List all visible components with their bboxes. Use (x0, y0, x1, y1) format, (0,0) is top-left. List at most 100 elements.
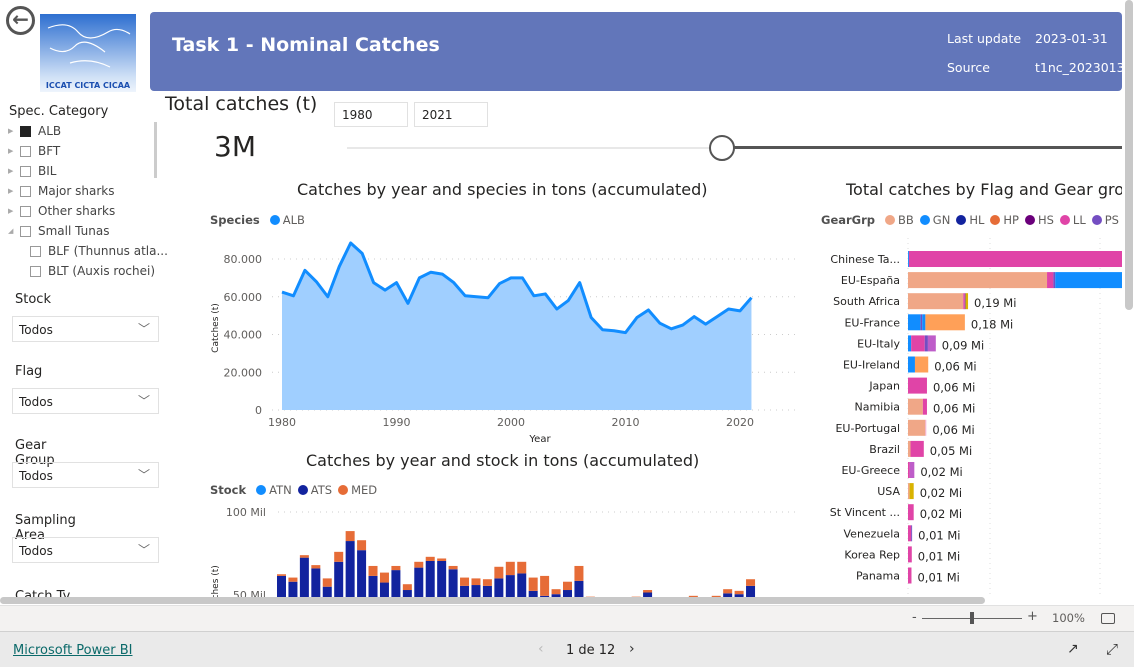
bar-segment-bb[interactable] (908, 419, 926, 436)
bar-med[interactable] (437, 558, 447, 561)
bar-segment-bb[interactable] (908, 440, 911, 457)
legend-item-ps[interactable]: PS (1105, 213, 1119, 227)
zoom-in-button[interactable]: + (1027, 609, 1038, 624)
bar-med[interactable] (402, 584, 412, 591)
bar-med[interactable] (277, 574, 286, 576)
bar-segment-ll[interactable] (908, 462, 910, 478)
next-page-icon[interactable]: › (629, 641, 635, 657)
bar-segment-ll[interactable] (911, 335, 925, 352)
bar-ats[interactable] (505, 575, 515, 597)
bar-ats[interactable] (471, 585, 481, 597)
legend-item-hs[interactable]: HS (1038, 213, 1054, 227)
bar-segment-ps[interactable] (924, 335, 928, 352)
bar-ats[interactable] (482, 585, 492, 597)
bar-med[interactable] (334, 551, 344, 562)
bar-med[interactable] (322, 578, 332, 587)
bar-segment-other-violet[interactable] (909, 462, 915, 478)
bar-ats[interactable] (379, 582, 389, 597)
bar-segment-other-orange[interactable] (914, 356, 929, 373)
bar-med[interactable] (357, 540, 367, 551)
bar-ats[interactable] (299, 557, 309, 597)
bar-med[interactable] (517, 561, 527, 574)
bar-segment-ll[interactable] (922, 398, 927, 415)
bar-ats[interactable] (425, 560, 435, 597)
bar-med[interactable] (299, 555, 309, 558)
legend-item-ll[interactable]: LL (1073, 213, 1086, 227)
bar-ats[interactable] (345, 541, 355, 597)
power-bi-link[interactable]: Microsoft Power BI (13, 643, 132, 658)
bar-segment-ps[interactable] (911, 525, 913, 542)
bar-segment-ll[interactable] (908, 567, 912, 584)
legend-item-gn[interactable]: GN (933, 213, 951, 227)
legend-item-hp[interactable]: HP (1003, 213, 1019, 227)
bar-ats[interactable] (460, 585, 470, 597)
year-to-input[interactable]: 2021 (414, 102, 488, 127)
bar-segment-ps[interactable] (1053, 272, 1056, 289)
bar-segment-ll[interactable] (908, 251, 1122, 267)
bar-segment-gn[interactable] (908, 251, 909, 267)
bar-med[interactable] (425, 556, 435, 561)
bar-med[interactable] (734, 590, 744, 595)
bar-med[interactable] (379, 572, 389, 583)
bar-ats[interactable] (277, 575, 286, 597)
bar-segment-other-pink[interactable] (925, 419, 927, 436)
previous-page-icon[interactable]: ‹ (538, 641, 544, 657)
bar-med[interactable] (471, 578, 481, 586)
legend-item-bb[interactable]: BB (898, 213, 914, 227)
bar-ats[interactable] (322, 586, 332, 597)
legend-item-alb[interactable]: ALB (283, 213, 305, 227)
bar-segment-bb[interactable] (908, 272, 1048, 289)
bar-segment-ll[interactable] (1047, 272, 1054, 289)
bar-ats[interactable] (402, 590, 412, 597)
bar-ats[interactable] (448, 569, 458, 597)
bar-ats[interactable] (437, 560, 447, 597)
bar-ats[interactable] (494, 578, 504, 597)
fullscreen-icon[interactable]: ⤢ (1106, 640, 1118, 658)
bar-segment-other-violet[interactable] (927, 335, 936, 352)
bar-segment-ll[interactable] (908, 546, 912, 563)
bar-med[interactable] (505, 561, 515, 576)
bar-segment-other-yellow[interactable] (909, 483, 914, 500)
bar-segment-other-yellow[interactable] (965, 293, 969, 310)
share-icon[interactable]: ↗ (1067, 641, 1079, 657)
bar-med[interactable] (345, 531, 355, 542)
bar-segment-ps[interactable] (920, 314, 923, 331)
year-from-input[interactable]: 1980 (334, 102, 408, 127)
bar-med[interactable] (448, 565, 458, 570)
bar-ats[interactable] (746, 585, 756, 597)
bar-ats[interactable] (563, 590, 572, 597)
bar-ats[interactable] (574, 580, 584, 597)
bar-segment-ll[interactable] (908, 377, 927, 394)
bar-segment-bb[interactable] (908, 293, 964, 310)
bar-segment-bb[interactable] (908, 398, 923, 415)
bar-med[interactable] (574, 565, 584, 581)
horizontal-scrollbar[interactable] (0, 597, 985, 604)
legend-item-atn[interactable]: ATN (269, 483, 292, 497)
zoom-slider-handle[interactable] (970, 612, 974, 624)
bar-med[interactable] (288, 577, 298, 582)
bar-segment-gn[interactable] (908, 335, 912, 352)
bar-segment-ps[interactable] (964, 293, 966, 310)
bar-ats[interactable] (391, 570, 401, 597)
bar-med[interactable] (528, 577, 538, 591)
bar-ats[interactable] (311, 568, 321, 597)
bar-med[interactable] (494, 566, 504, 579)
bar-med[interactable] (540, 575, 550, 596)
bar-segment-ll[interactable] (908, 504, 914, 521)
bar-med[interactable] (723, 589, 733, 594)
bar-segment-other-orange[interactable] (925, 314, 965, 331)
bar-med[interactable] (460, 577, 470, 586)
bar-med[interactable] (746, 579, 756, 586)
bar-ats[interactable] (334, 561, 344, 597)
legend-item-med[interactable]: MED (351, 483, 377, 497)
bar-ats[interactable] (288, 581, 298, 597)
bar-med[interactable] (482, 579, 492, 586)
bar-med[interactable] (391, 565, 401, 571)
bar-med[interactable] (563, 581, 572, 591)
bar-med[interactable] (643, 590, 653, 593)
bar-segment-gn[interactable] (1055, 272, 1122, 289)
vertical-scrollbar[interactable] (1125, 0, 1133, 310)
bar-segment-ll[interactable] (910, 440, 924, 457)
bar-ats[interactable] (357, 550, 367, 597)
bar-segment-bb[interactable] (908, 483, 910, 500)
